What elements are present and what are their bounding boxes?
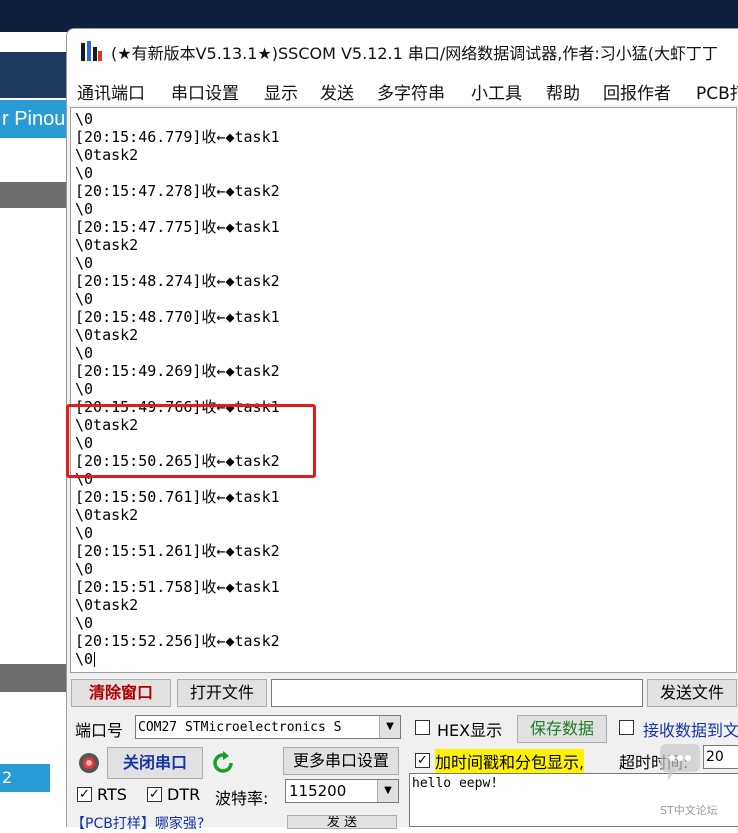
receive-log[interactable]: \0 [20:15:46.779]收←◆task1 \0task2 \0 [20:15:… <box>70 107 737 673</box>
port-select[interactable]: COM27 STMicroelectronics S ▼ <box>135 715 401 739</box>
background-divider-top <box>0 182 70 208</box>
rts-label: RTS <box>97 785 127 804</box>
watermark: ST中文论坛 <box>658 740 738 826</box>
log-line: \0 <box>75 110 94 128</box>
timestamp-checkbox[interactable]: ✓ <box>415 753 430 768</box>
menu-bar: 通讯端口 串口设置 显示 发送 多字符串 小工具 帮助 回报作者 PCB打 <box>67 73 738 105</box>
port-status-icon <box>79 753 99 773</box>
send-button[interactable]: 发 送 <box>287 815 397 829</box>
refresh-icon[interactable] <box>211 751 235 775</box>
save-data-button[interactable]: 保存数据 <box>517 715 607 743</box>
log-line: \0task2 <box>75 326 139 344</box>
watermark-text: ST中文论坛 <box>660 804 718 817</box>
menu-pcb[interactable]: PCB打 <box>696 79 738 104</box>
log-line: \0 <box>75 164 94 182</box>
text-cursor <box>94 652 96 667</box>
log-line: \0 <box>75 254 94 272</box>
window-title: (★有新版本V5.13.1★)SSCOM V5.12.1 串口/网络数据调试器,… <box>111 44 719 63</box>
log-line: \0task2 <box>75 146 139 164</box>
menu-help[interactable]: 帮助 <box>546 79 580 104</box>
hex-display-checkbox[interactable] <box>415 720 430 735</box>
file-path-field[interactable] <box>271 679 643 707</box>
log-line: \0 <box>75 614 94 632</box>
recv-to-file-checkbox[interactable] <box>619 720 634 735</box>
log-line: [20:15:50.761]收←◆task1 <box>75 488 280 506</box>
clear-window-label: 清除窗口 <box>88 683 153 702</box>
background-pinout-tab[interactable]: r Pinou <box>0 100 70 138</box>
log-line: \0 <box>75 560 94 578</box>
close-port-button[interactable]: 关闭串口 <box>107 747 203 779</box>
log-line: [20:15:51.261]收←◆task2 <box>75 542 280 560</box>
log-line: \0 <box>75 380 94 398</box>
log-line: [20:15:48.770]收←◆task1 <box>75 308 280 326</box>
dtr-label: DTR <box>167 785 201 804</box>
log-line: \0 <box>75 344 94 362</box>
log-line: [20:15:52.256]收←◆task2 <box>75 632 280 650</box>
background-header <box>0 52 70 98</box>
menu-send[interactable]: 发送 <box>320 79 354 104</box>
recv-to-file-label: 接收数据到文 <box>643 721 738 740</box>
send-file-button[interactable]: 发送文件 <box>647 679 737 707</box>
log-line: \0 <box>75 650 96 668</box>
log-line: [20:15:49.269]收←◆task2 <box>75 362 280 380</box>
baud-select[interactable]: 115200 ▼ <box>285 779 399 803</box>
open-file-button[interactable]: 打开文件 <box>177 679 267 707</box>
hex-display-label: HEX显示 <box>437 721 503 740</box>
chat-bubble-icon <box>660 744 700 780</box>
highlight-box <box>66 404 316 478</box>
dtr-checkbox[interactable]: ✓ <box>147 787 162 802</box>
log-line: \0task2 <box>75 596 139 614</box>
log-line: \0 <box>75 200 94 218</box>
log-line: [20:15:47.278]收←◆task2 <box>75 182 280 200</box>
log-line: [20:15:51.758]收←◆task1 <box>75 578 280 596</box>
log-line: \0 <box>75 290 94 308</box>
menu-serial-settings[interactable]: 串口设置 <box>171 79 239 104</box>
port-select-value: COM27 STMicroelectronics S <box>138 720 342 735</box>
pcb-ad-link[interactable]: 【PCB打样】哪家强? <box>71 813 204 833</box>
log-line: \0 <box>75 524 94 542</box>
background-strip <box>0 32 70 52</box>
background-divider-bottom <box>0 664 70 692</box>
menu-comm-port[interactable]: 通讯端口 <box>77 79 145 104</box>
menu-multi-string[interactable]: 多字符串 <box>377 79 445 104</box>
clear-window-button[interactable]: 清除窗口 <box>71 679 171 707</box>
menu-feedback[interactable]: 回报作者 <box>603 79 671 104</box>
menu-tools[interactable]: 小工具 <box>471 79 522 104</box>
baud-label: 波特率: <box>215 789 269 808</box>
log-line: [20:15:46.779]收←◆task1 <box>75 128 280 146</box>
log-line: [20:15:48.274]收←◆task2 <box>75 272 280 290</box>
timestamp-label: 加时间戳和分包显示, <box>435 749 585 773</box>
chevron-down-icon[interactable]: ▼ <box>377 780 398 802</box>
title-bar[interactable]: (★有新版本V5.13.1★)SSCOM V5.12.1 串口/网络数据调试器,… <box>67 29 738 73</box>
more-settings-button[interactable]: 更多串口设置 <box>283 747 399 775</box>
log-line: \0task2 <box>75 236 139 254</box>
rts-checkbox[interactable]: ✓ <box>77 787 92 802</box>
background-badge[interactable]: 2 <box>0 764 50 792</box>
baud-select-value: 115200 <box>289 782 347 800</box>
chevron-down-icon[interactable]: ▼ <box>379 716 400 738</box>
menu-display[interactable]: 显示 <box>264 79 298 104</box>
log-line: \0task2 <box>75 506 139 524</box>
log-line: [20:15:47.775]收←◆task1 <box>75 218 280 236</box>
background-panel <box>0 138 70 826</box>
port-label: 端口号 <box>75 721 124 740</box>
sscom-app-icon <box>81 41 102 61</box>
